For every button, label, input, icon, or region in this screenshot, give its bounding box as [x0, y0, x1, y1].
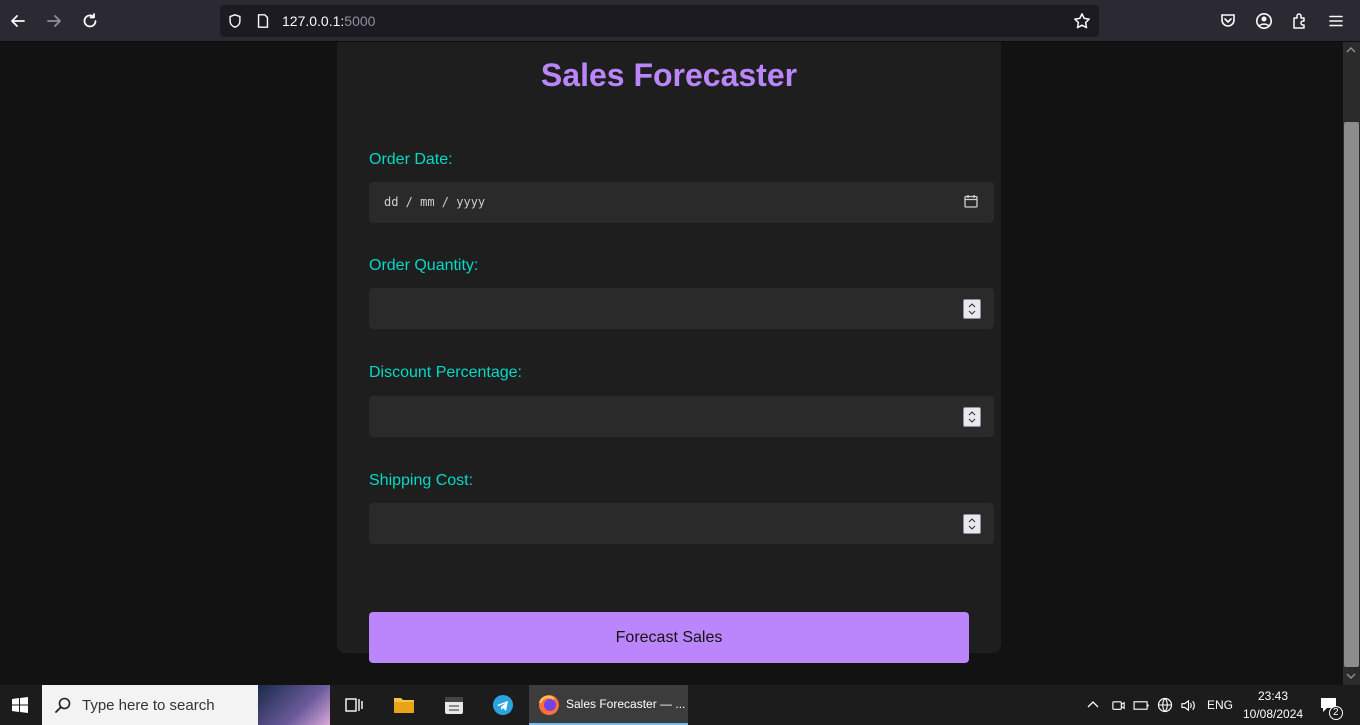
calendar-app-button[interactable] [440, 685, 468, 725]
spinner-arrows-icon [968, 518, 976, 530]
network-button[interactable] [1156, 685, 1174, 725]
bookmark-star-icon[interactable] [1073, 12, 1091, 30]
speaker-icon [1180, 699, 1195, 711]
language-indicator[interactable]: ENG [1207, 698, 1233, 712]
url-text: 127.0.0.1:5000 [282, 13, 375, 29]
forecast-card: Sales Forecaster Order Date: dd / mm / y… [337, 42, 1001, 663]
firefox-taskbar-item[interactable]: Sales Forecaster — ... [529, 685, 688, 725]
battery-button[interactable] [1132, 685, 1150, 725]
hamburger-icon [1329, 15, 1343, 27]
back-button[interactable] [6, 9, 30, 33]
account-button[interactable] [1252, 9, 1276, 33]
browser-toolbar: 127.0.0.1:5000 [0, 0, 1360, 42]
calendar-app-icon [445, 697, 463, 714]
search-icon [55, 697, 71, 713]
shipping-spinner[interactable] [963, 514, 981, 534]
forecast-sales-button[interactable]: Forecast Sales [369, 612, 969, 663]
file-explorer-button[interactable] [391, 685, 417, 725]
shipping-cost-label: Shipping Cost: [369, 472, 474, 489]
calendar-icon[interactable] [964, 194, 978, 208]
menu-button[interactable] [1324, 9, 1348, 33]
puzzle-icon [1293, 13, 1305, 29]
url-bar[interactable]: 127.0.0.1:5000 [220, 5, 1099, 37]
firefox-icon [538, 695, 559, 715]
folder-icon [394, 698, 414, 713]
scroll-down-icon[interactable] [1345, 670, 1357, 682]
search-placeholder: Type here to search [82, 697, 215, 714]
forward-button[interactable] [42, 9, 66, 33]
order-date-label: Order Date: [369, 151, 453, 168]
discount-spinner[interactable] [963, 407, 981, 427]
reload-button[interactable] [78, 9, 102, 33]
url-host: 127.0.0.1: [282, 13, 345, 29]
volume-button[interactable] [1179, 685, 1197, 725]
spinner-arrows-icon [968, 411, 976, 423]
globe-icon [1157, 697, 1173, 713]
arrow-right-icon [47, 15, 61, 27]
pocket-icon [1221, 14, 1235, 27]
scroll-up-icon[interactable] [1345, 44, 1357, 56]
action-center-button[interactable] [1316, 685, 1344, 725]
clock-time[interactable]: 23:43 [1258, 689, 1288, 703]
windows-taskbar: Type here to search Sales Forecaster — .… [0, 685, 1360, 725]
task-view-icon [345, 698, 363, 712]
reload-icon [83, 13, 97, 28]
notification-count-badge: 2 [1329, 706, 1343, 720]
task-view-button[interactable] [341, 685, 367, 725]
order-date-field[interactable]: dd / mm / yyyy [369, 182, 994, 223]
telegram-icon [493, 695, 513, 715]
shipping-cost-field[interactable] [369, 503, 994, 544]
search-highlight-image [258, 685, 330, 725]
pocket-button[interactable] [1216, 9, 1240, 33]
scrollbar-thumb[interactable] [1344, 122, 1359, 667]
camera-icon [1111, 700, 1125, 710]
date-placeholder: dd / mm / yyyy [384, 195, 486, 209]
extensions-button[interactable] [1288, 9, 1312, 33]
order-quantity-label: Order Quantity: [369, 257, 479, 274]
battery-icon [1133, 700, 1149, 710]
page-scrollbar[interactable] [1343, 42, 1360, 685]
page-title: Sales Forecaster [540, 57, 798, 93]
discount-percentage-field[interactable] [369, 396, 994, 437]
discount-percentage-label: Discount Percentage: [369, 364, 522, 381]
show-hidden-icons-button[interactable] [1084, 685, 1102, 725]
spinner-arrows-icon [968, 303, 976, 315]
windows-logo-icon [12, 697, 28, 713]
order-quantity-field[interactable] [369, 288, 994, 329]
arrow-left-icon [11, 15, 25, 27]
url-port: 5000 [344, 13, 376, 29]
telegram-button[interactable] [490, 685, 516, 725]
account-icon [1256, 13, 1272, 29]
start-button[interactable] [0, 685, 40, 725]
quantity-spinner[interactable] [963, 299, 981, 319]
page-viewport: Sales Forecaster Order Date: dd / mm / y… [0, 42, 1343, 685]
clock-date[interactable]: 10/08/2024 [1243, 707, 1303, 721]
firefox-task-label: Sales Forecaster — ... [566, 697, 686, 711]
meet-now-button[interactable] [1109, 685, 1127, 725]
page-icon[interactable] [254, 12, 272, 30]
chevron-up-icon [1087, 701, 1099, 708]
taskbar-search[interactable]: Type here to search [42, 685, 330, 725]
shield-icon[interactable] [226, 12, 244, 30]
